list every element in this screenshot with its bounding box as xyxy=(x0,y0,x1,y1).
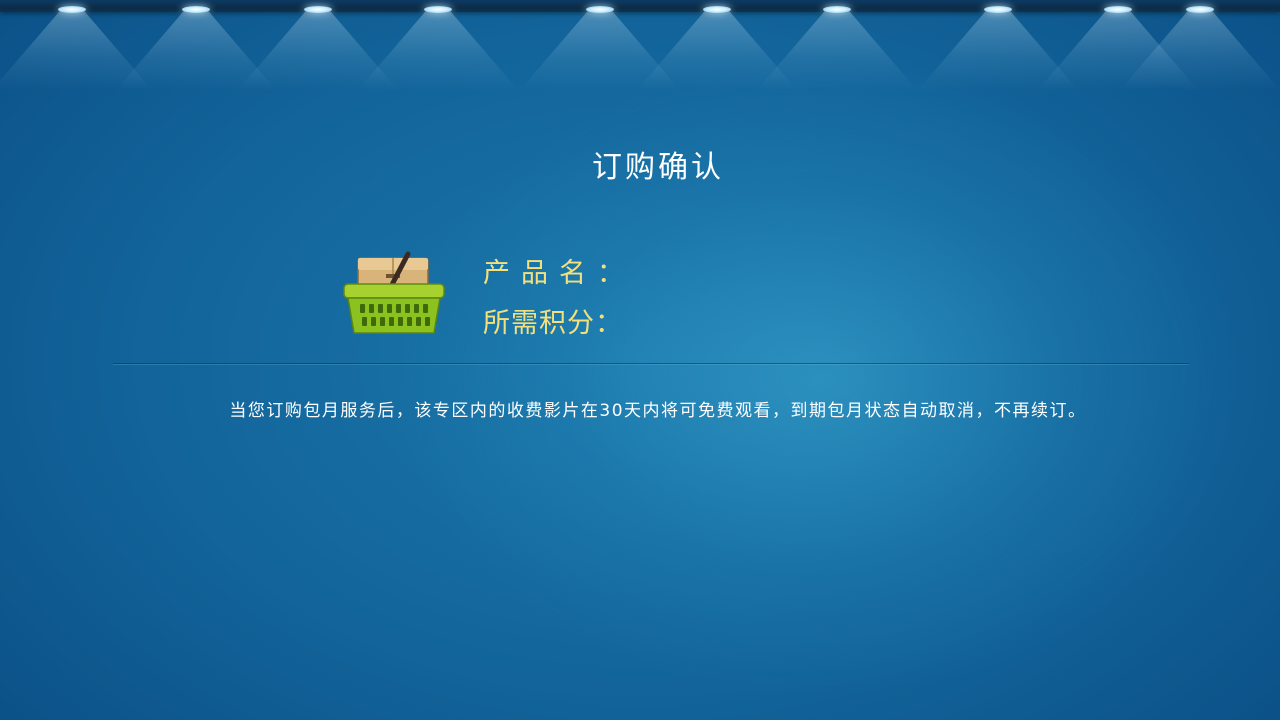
spotlight-icon xyxy=(757,0,917,90)
spotlight-icon xyxy=(520,0,680,90)
spotlight-icon xyxy=(358,0,518,90)
shopping-basket-icon xyxy=(340,248,448,338)
spotlight-icon xyxy=(116,0,276,90)
required-points-label: 所需积分： xyxy=(483,308,623,339)
spotlight-icon xyxy=(637,0,797,90)
spotlight-icon xyxy=(1120,0,1280,90)
spotlight-icon xyxy=(1038,0,1198,90)
product-name-label: 产品名： xyxy=(483,258,635,289)
spotlight-icon xyxy=(918,0,1078,90)
subscription-notice: 当您订购包月服务后，该专区内的收费影片在30天内将可免费观看，到期包月状态自动取… xyxy=(229,401,1087,421)
spotlight-icon xyxy=(238,0,398,90)
stage-light-bar xyxy=(0,0,1280,12)
page-title: 订购确认 xyxy=(592,150,724,185)
spotlight-icon xyxy=(0,0,152,90)
divider xyxy=(113,363,1189,364)
